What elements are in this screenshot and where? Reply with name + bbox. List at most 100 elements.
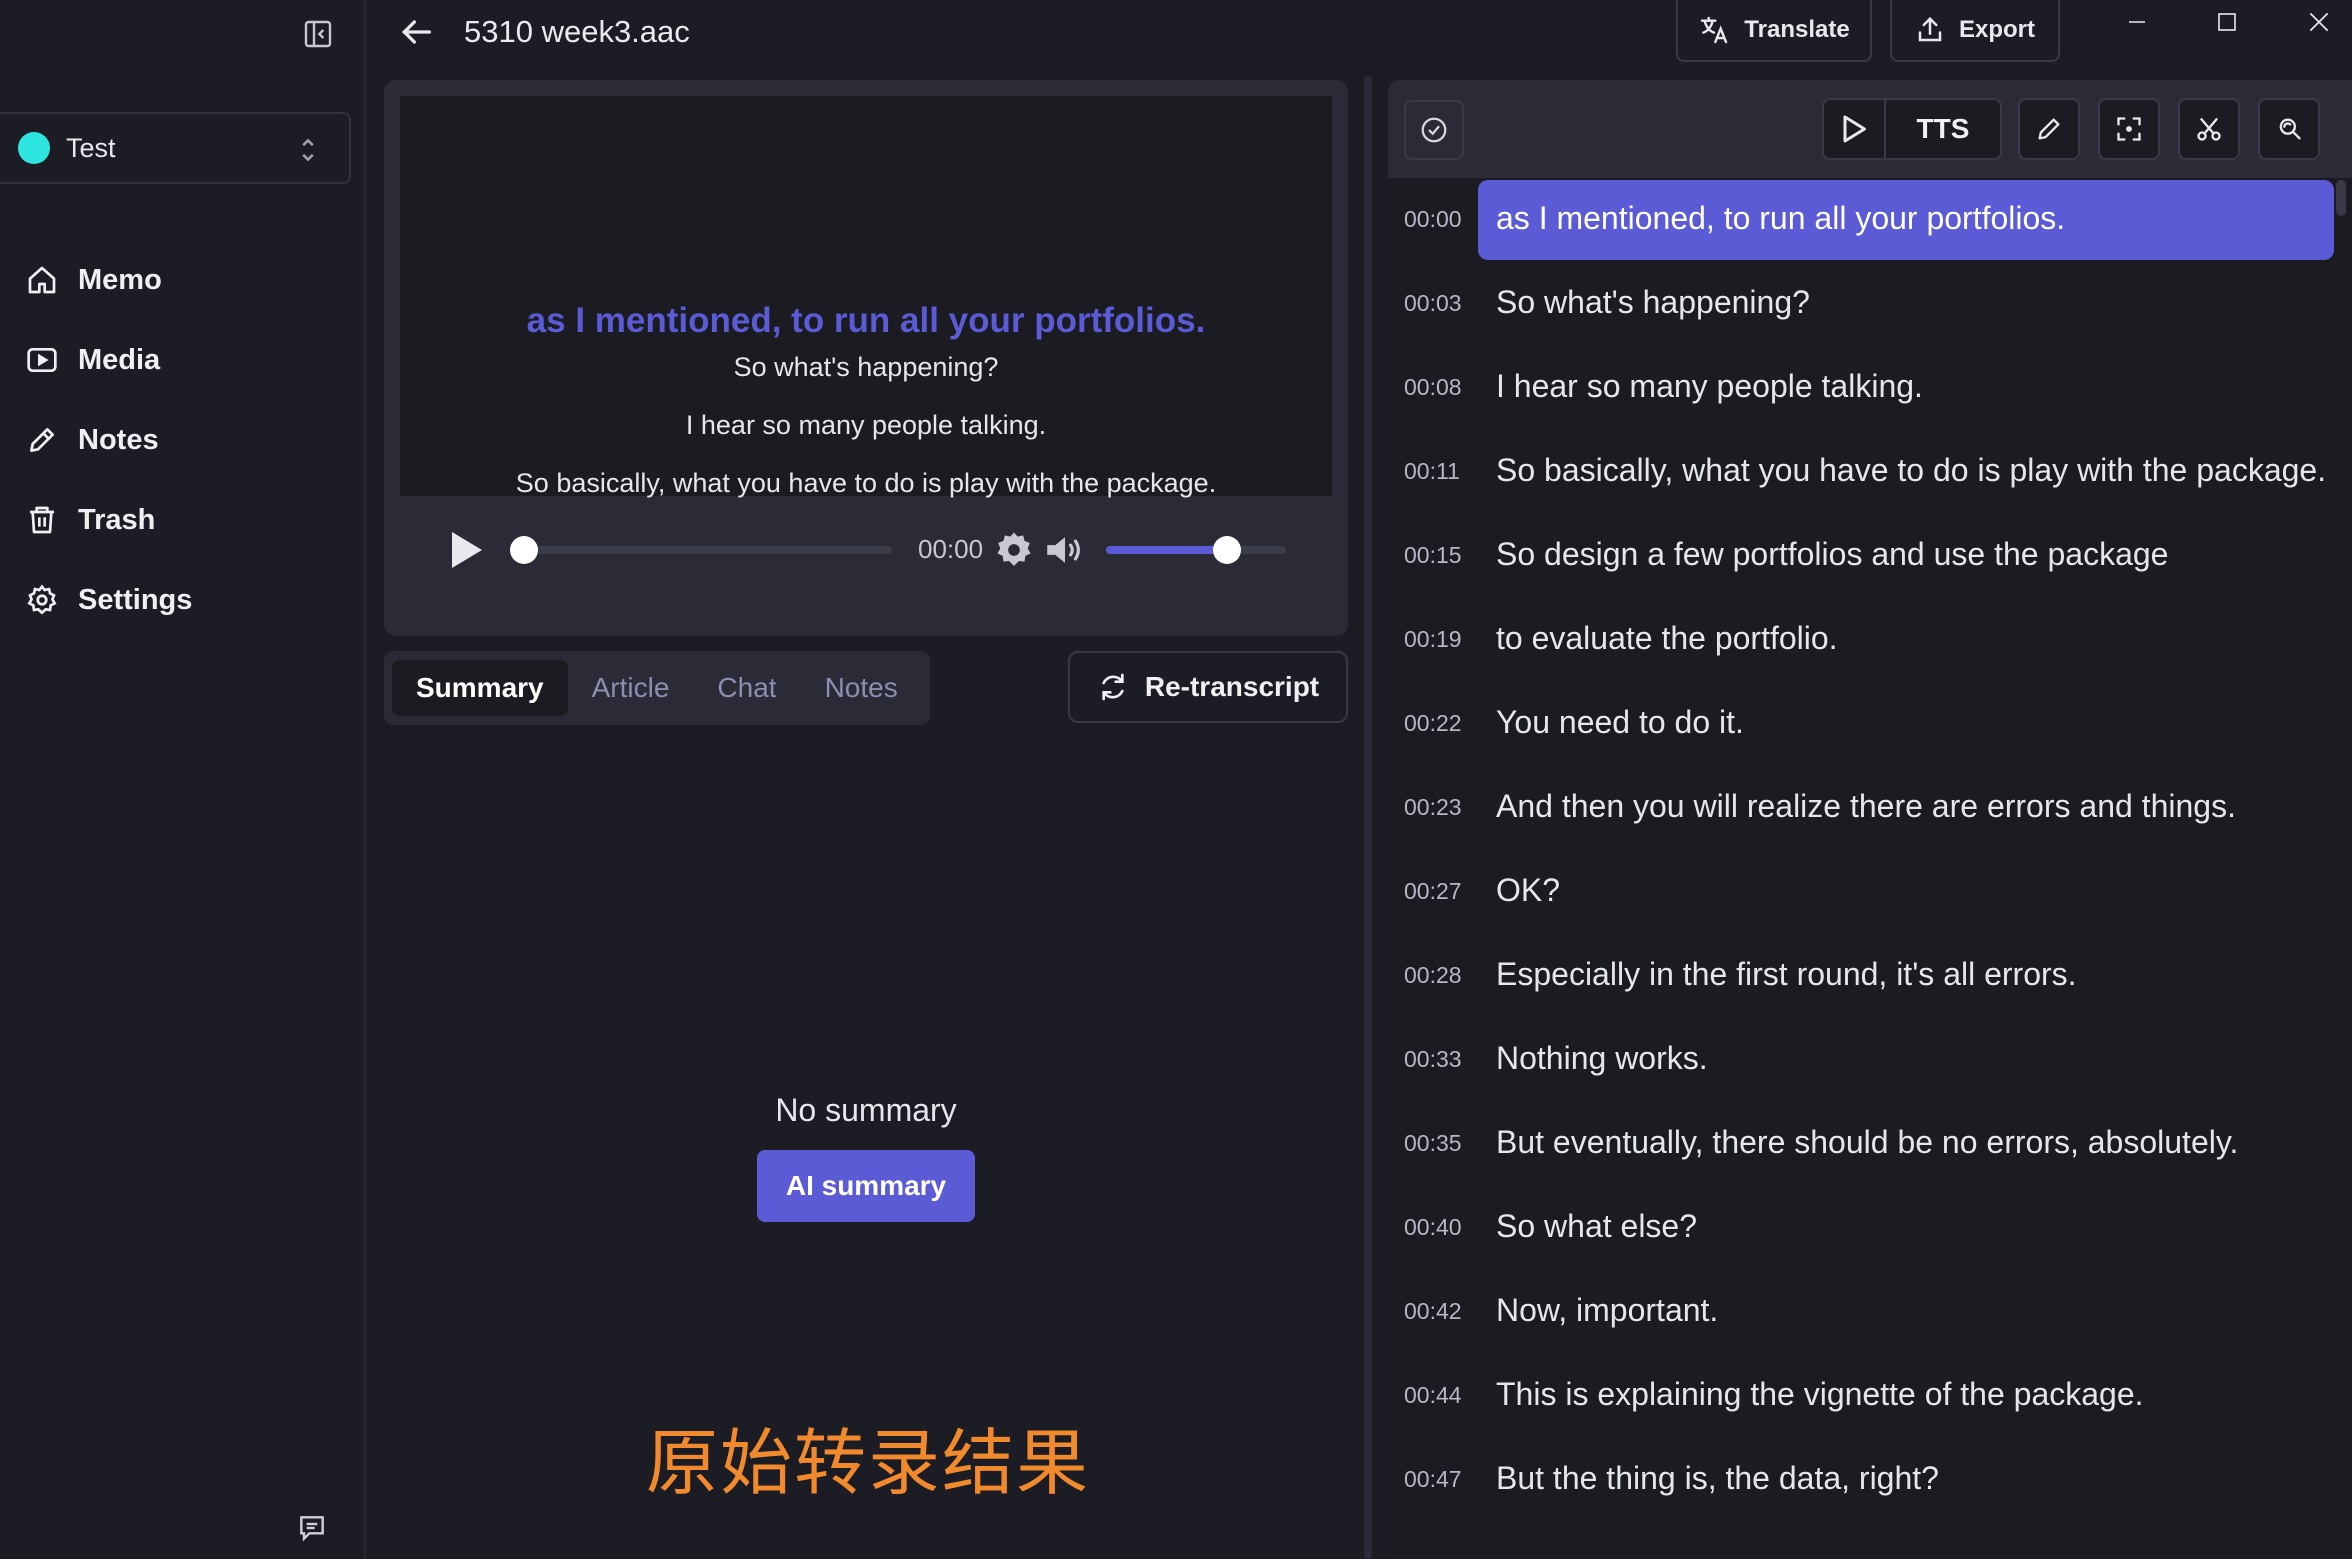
tab-summary[interactable]: Summary <box>392 660 568 716</box>
play-transcript-button[interactable] <box>1824 100 1886 158</box>
segment-text[interactable]: And then you will realize there are erro… <box>1496 788 2236 825</box>
minimize-button[interactable] <box>2112 4 2162 40</box>
transcript-segment[interactable]: 00:44 This is explaining the vignette of… <box>1388 1354 2352 1438</box>
transcript-segment[interactable]: 00:08 I hear so many people talking. <box>1388 346 2352 430</box>
segment-timestamp[interactable]: 00:08 <box>1404 374 1462 401</box>
close-button[interactable] <box>2294 4 2344 40</box>
segment-timestamp[interactable]: 00:15 <box>1404 542 1462 569</box>
tab-chat[interactable]: Chat <box>693 660 800 716</box>
segment-text[interactable]: as I mentioned, to run all your portfoli… <box>1496 200 2065 237</box>
transcript-segment[interactable]: 00:35 But eventually, there should be no… <box>1388 1102 2352 1186</box>
segment-text[interactable]: So what's happening? <box>1496 284 1810 321</box>
segment-text[interactable]: So what else? <box>1496 1208 1697 1245</box>
segment-text[interactable]: I hear so many people talking. <box>1496 368 1923 405</box>
media-player: as I mentioned, to run all your portfoli… <box>384 80 1348 636</box>
panel-resize-handle[interactable] <box>1364 76 1372 1559</box>
sidebar-item-media[interactable]: Media <box>0 320 366 400</box>
segment-timestamp[interactable]: 00:40 <box>1404 1214 1462 1241</box>
segment-text[interactable]: But eventually, there should be no error… <box>1496 1124 2238 1161</box>
segment-text[interactable]: Especially in the first round, it's all … <box>1496 956 2077 993</box>
segment-text[interactable]: to evaluate the portfolio. <box>1496 620 1838 657</box>
segment-timestamp[interactable]: 00:47 <box>1404 1466 1462 1493</box>
segment-timestamp[interactable]: 00:00 <box>1404 206 1462 233</box>
transcript-segment[interactable]: 00:42 Now, important. <box>1388 1270 2352 1354</box>
find-replace-button[interactable] <box>2258 98 2320 160</box>
segment-timestamp[interactable]: 00:11 <box>1404 458 1460 485</box>
sidebar-item-trash[interactable]: Trash <box>0 480 366 560</box>
sidebar-item-label: Media <box>78 343 161 376</box>
segment-text[interactable]: So design a few portfolios and use the p… <box>1496 536 2168 573</box>
sidebar-item-notes[interactable]: Notes <box>0 400 366 480</box>
chat-bubble-icon <box>300 1516 324 1542</box>
transcript-segment[interactable]: 00:00 as I mentioned, to run all your po… <box>1388 178 2352 262</box>
transcript-segment[interactable]: 00:27 OK? <box>1388 850 2352 934</box>
upload-icon <box>1918 16 1942 42</box>
workspace-name: Test <box>66 132 116 163</box>
workspace-color-dot <box>18 132 50 164</box>
seek-bar[interactable] <box>510 546 892 554</box>
translate-button[interactable]: Translate <box>1676 0 1872 62</box>
scrollbar-thumb[interactable] <box>2336 180 2346 216</box>
tab-article[interactable]: Article <box>568 660 694 716</box>
segment-text[interactable]: So basically, what you have to do is pla… <box>1496 452 2326 489</box>
play-icon <box>452 532 482 568</box>
tts-button[interactable]: TTS <box>1886 113 2000 145</box>
re-transcript-button[interactable]: Re-transcript <box>1068 651 1348 723</box>
mute-button[interactable] <box>1044 530 1086 575</box>
seek-handle[interactable] <box>510 536 538 564</box>
segment-timestamp[interactable]: 00:27 <box>1404 878 1462 905</box>
segment-text[interactable]: Nothing works. <box>1496 1040 1708 1077</box>
pencil-icon <box>30 428 54 452</box>
export-button[interactable]: Export <box>1890 0 2060 62</box>
segment-timestamp[interactable]: 00:35 <box>1404 1130 1462 1157</box>
feedback-button[interactable] <box>296 1512 328 1549</box>
empty-summary-text: No summary <box>775 1092 957 1128</box>
maximize-icon <box>2218 13 2236 31</box>
segment-text[interactable]: OK? <box>1496 872 1560 909</box>
volume-handle[interactable] <box>1212 536 1241 564</box>
close-icon <box>2309 12 2329 32</box>
segment-timestamp[interactable]: 00:22 <box>1404 710 1462 737</box>
sidebar-item-settings[interactable]: Settings <box>0 560 366 640</box>
transcript-segment[interactable]: 00:23 And then you will realize there ar… <box>1388 766 2352 850</box>
focus-button[interactable] <box>2098 98 2160 160</box>
transcript-segment[interactable]: 00:19 to evaluate the portfolio. <box>1388 598 2352 682</box>
select-mode-button[interactable] <box>1404 100 1464 160</box>
content-tabs: Summary Article Chat Notes <box>384 651 930 725</box>
ai-summary-button[interactable]: AI summary <box>757 1150 975 1222</box>
transcript-segment[interactable]: 00:47 But the thing is, the data, right? <box>1388 1438 2352 1522</box>
edit-button[interactable] <box>2018 98 2080 160</box>
sidebar-toggle-button[interactable] <box>300 16 336 52</box>
segment-text[interactable]: You need to do it. <box>1496 704 1744 741</box>
sidebar-item-label: Settings <box>78 583 193 616</box>
segment-timestamp[interactable]: 00:19 <box>1404 626 1462 653</box>
segment-text[interactable]: This is explaining the vignette of the p… <box>1496 1376 2144 1413</box>
workspace-selector[interactable]: Test <box>0 112 351 184</box>
back-button[interactable] <box>396 12 436 57</box>
maximize-button[interactable] <box>2202 4 2252 40</box>
segment-timestamp[interactable]: 00:44 <box>1404 1382 1462 1409</box>
segment-text[interactable]: Now, important. <box>1496 1292 1718 1329</box>
sidebar-item-memo[interactable]: Memo <box>0 240 366 320</box>
media-icon <box>27 348 57 372</box>
segment-timestamp[interactable]: 00:03 <box>1404 290 1462 317</box>
segment-timestamp[interactable]: 00:28 <box>1404 962 1462 989</box>
trash-icon <box>30 506 54 534</box>
segment-timestamp[interactable]: 00:23 <box>1404 794 1462 821</box>
segment-timestamp[interactable]: 00:33 <box>1404 1046 1462 1073</box>
segment-text[interactable]: But the thing is, the data, right? <box>1496 1460 1939 1497</box>
active-subtitle: as I mentioned, to run all your portfoli… <box>526 301 1206 340</box>
transcript-segment[interactable]: 00:15 So design a few portfolios and use… <box>1388 514 2352 598</box>
transcript-segment[interactable]: 00:11 So basically, what you have to do … <box>1388 430 2352 514</box>
transcript-segment[interactable]: 00:03 So what's happening? <box>1388 262 2352 346</box>
transcript-segment[interactable]: 00:33 Nothing works. <box>1388 1018 2352 1102</box>
segment-timestamp[interactable]: 00:42 <box>1404 1298 1462 1325</box>
transcript-segment[interactable]: 00:22 You need to do it. <box>1388 682 2352 766</box>
player-settings-button[interactable] <box>994 530 1034 575</box>
play-button[interactable] <box>448 530 484 575</box>
transcript-segment[interactable]: 00:40 So what else? <box>1388 1186 2352 1270</box>
cut-button[interactable] <box>2178 98 2240 160</box>
gear-icon <box>27 584 57 615</box>
tab-notes[interactable]: Notes <box>801 660 922 716</box>
transcript-segment[interactable]: 00:28 Especially in the first round, it'… <box>1388 934 2352 1018</box>
